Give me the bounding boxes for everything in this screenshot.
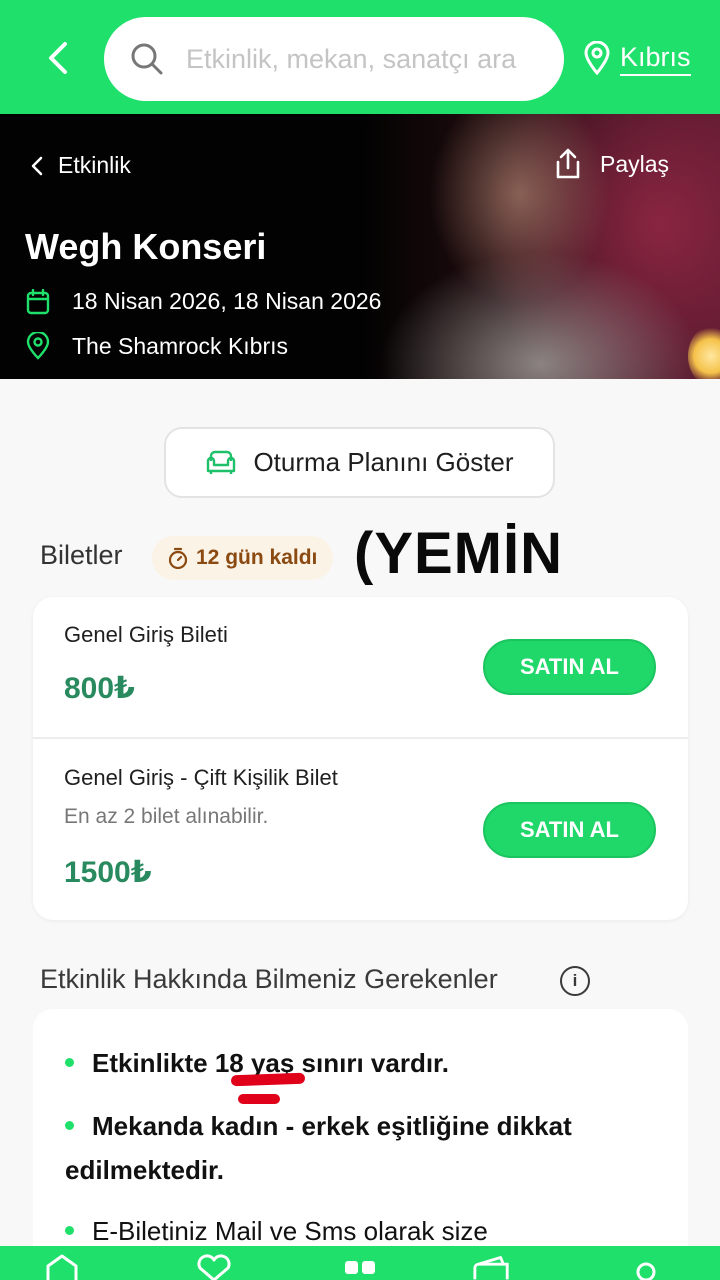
ticket-price: 800₺: [64, 672, 135, 705]
map-pin-icon: [584, 41, 610, 75]
breadcrumb-back[interactable]: Etkinlik: [30, 152, 131, 179]
sofa-icon: [207, 450, 236, 474]
location-selector[interactable]: Kıbrıs: [584, 40, 691, 76]
event-date-row: 18 Nisan 2026, 18 Nisan 2026: [26, 288, 381, 315]
bullet-dot: [65, 1120, 74, 1130]
ticket-name: Genel Giriş - Çift Kişilik Bilet: [64, 765, 338, 790]
event-hero: Etkinlik Paylaş Wegh Konseri 18 Nisan 20…: [0, 114, 720, 379]
top-bar: Kıbrıs: [0, 0, 720, 114]
nav-favorites[interactable]: [194, 1254, 234, 1280]
profile-icon: [636, 1262, 656, 1280]
ticket-note: En az 2 bilet alınabilir.: [64, 805, 269, 828]
chevron-left-icon: [31, 156, 43, 175]
share-label: Paylaş: [600, 150, 670, 177]
search-input[interactable]: [186, 43, 546, 75]
nav-tickets[interactable]: [472, 1254, 512, 1280]
tickets-card: Genel Giriş Bileti 800₺ SATIN AL Genel G…: [33, 597, 688, 920]
location-label: Kıbrıs: [620, 40, 691, 76]
info-bullet-continued: edilmektedir.: [65, 1155, 224, 1185]
info-heading: Etkinlik Hakkında Bilmeniz Gerekenler: [40, 964, 498, 994]
countdown-badge: 12 gün kaldı: [152, 536, 334, 580]
home-icon: [46, 1254, 78, 1280]
event-date: 18 Nisan 2026, 18 Nisan 2026: [72, 288, 382, 314]
nav-categories[interactable]: [340, 1254, 380, 1280]
search-icon: [131, 43, 163, 75]
info-bullet-text: E-Biletiniz Mail ve Sms olarak size: [92, 1216, 488, 1246]
buy-button[interactable]: SATIN AL: [483, 639, 656, 695]
overlay-caption: (YEMİN: [354, 521, 563, 586]
seat-plan-label: Oturma Planını Göster: [253, 447, 514, 477]
tickets-heading: Biletler: [40, 540, 123, 570]
nav-home[interactable]: [42, 1254, 82, 1280]
wallet-icon: [473, 1256, 509, 1280]
map-pin-icon: [26, 332, 50, 360]
search-bar[interactable]: [104, 17, 564, 101]
breadcrumb-label: Etkinlik: [58, 152, 131, 178]
ticket-name: Genel Giriş Bileti: [64, 622, 228, 647]
nav-profile[interactable]: [626, 1254, 666, 1280]
info-bullet: Mekanda kadın - erkek eşitliğine dikkat: [65, 1104, 572, 1148]
bullet-dot: [65, 1057, 74, 1067]
bullet-dot: [65, 1225, 74, 1235]
red-scribble: [238, 1094, 280, 1104]
grid-icon: [345, 1261, 375, 1274]
event-venue-row: The Shamrock Kıbrıs: [26, 332, 288, 360]
ticket-price: 1500₺: [64, 856, 152, 889]
event-venue: The Shamrock Kıbrıs: [72, 332, 289, 359]
info-icon[interactable]: i: [560, 966, 590, 996]
info-card: Etkinlikte 18 yaş sınırı vardır. Mekanda…: [33, 1009, 688, 1269]
info-bullet-text: Mekanda kadın - erkek eşitliğine dikkat: [92, 1111, 572, 1141]
ticket-divider: [33, 737, 688, 739]
back-button[interactable]: [36, 36, 80, 80]
share-button[interactable]: Paylaş: [554, 148, 669, 180]
heart-icon: [197, 1254, 231, 1280]
share-icon: [556, 148, 580, 179]
buy-button[interactable]: SATIN AL: [483, 802, 656, 858]
calendar-icon: [26, 288, 50, 314]
seat-plan-button[interactable]: Oturma Planını Göster: [164, 427, 555, 498]
countdown-text: 12 gün kaldı: [196, 546, 318, 569]
bottom-nav: [0, 1246, 720, 1280]
event-title: Wegh Konseri: [25, 226, 267, 267]
chevron-left-icon: [49, 42, 67, 74]
timer-icon: [168, 547, 188, 569]
